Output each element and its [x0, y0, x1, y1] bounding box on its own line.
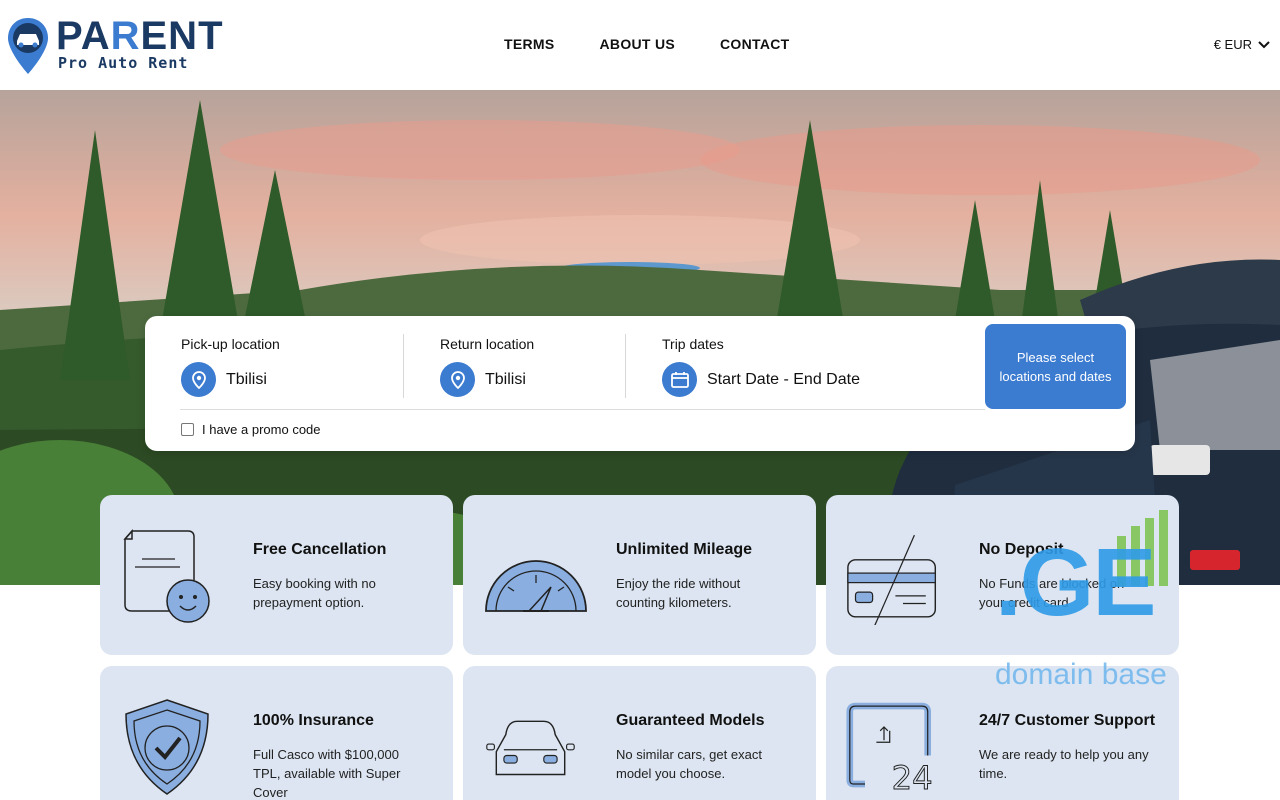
- search-submit-button[interactable]: Please select locations and dates: [985, 324, 1126, 409]
- nav-about-us[interactable]: ABOUT US: [600, 36, 676, 52]
- feature-card-no-deposit: No Deposit No Funds are blocked on your …: [826, 495, 1179, 655]
- currency-label: € EUR: [1213, 37, 1252, 52]
- trip-dates-value: Start Date - End Date: [707, 370, 860, 388]
- feature-description: Easy booking with no prepayment option.: [253, 576, 376, 610]
- document-smiley-icon: [123, 529, 210, 623]
- feature-title: Unlimited Mileage: [616, 541, 753, 558]
- feature-card-guaranteed-models: Guaranteed Models No similar cars, get e…: [463, 666, 816, 800]
- feature-description: No Funds are blocked on your credit card: [979, 576, 1125, 610]
- feature-title: Guaranteed Models: [616, 712, 765, 729]
- speedometer-icon: [485, 560, 587, 612]
- feature-description: Enjoy the ride without counting kilomete…: [616, 576, 741, 610]
- feature-description: We are ready to help you any time.: [979, 747, 1149, 781]
- divider: [180, 409, 985, 410]
- feature-card-unlimited-mileage: Unlimited Mileage Enjoy the ride without…: [463, 495, 816, 655]
- search-form: Pick-up location Tbilisi Return location…: [145, 316, 1135, 451]
- svg-text:24: 24: [892, 759, 933, 796]
- crossed-card-icon: [847, 534, 937, 625]
- logo[interactable]: PARENT Pro Auto Rent: [6, 14, 236, 76]
- feature-description: Full Casco with $100,000 TPL, available …: [253, 747, 401, 800]
- pickup-location-value: Tbilisi: [226, 370, 267, 388]
- logo-subtitle: Pro Auto Rent: [58, 54, 189, 72]
- return-location-label: Return location: [440, 336, 535, 352]
- trip-dates-field[interactable]: Trip dates Start Date - End Date: [662, 336, 860, 397]
- feature-card-free-cancellation: Free Cancellation Easy booking with no p…: [100, 495, 453, 655]
- trip-dates-label: Trip dates: [662, 336, 724, 352]
- nav-contact[interactable]: CONTACT: [720, 36, 790, 52]
- feature-title: 100% Insurance: [253, 712, 374, 729]
- feature-card-customer-support: 24 24/7 Customer Support We are ready to…: [826, 666, 1179, 800]
- location-pin-icon: [181, 362, 216, 397]
- shield-check-icon: [125, 699, 209, 795]
- promo-code-label: I have a promo code: [202, 422, 321, 437]
- logo-wordmark: PARENT: [56, 14, 224, 58]
- site-header: PARENT Pro Auto Rent TERMS ABOUT US CONT…: [0, 0, 1280, 90]
- feature-title: Free Cancellation: [253, 541, 387, 558]
- chevron-down-icon: [1258, 40, 1270, 48]
- feature-description: No similar cars, get exact model you cho…: [616, 747, 762, 781]
- feature-card-insurance: 100% Insurance Full Casco with $100,000 …: [100, 666, 453, 800]
- car-front-icon: [486, 720, 575, 776]
- pickup-location-label: Pick-up location: [181, 336, 280, 352]
- location-pin-icon: [440, 362, 475, 397]
- divider: [625, 334, 626, 398]
- calendar-icon: [662, 362, 697, 397]
- feature-title: No Deposit: [979, 541, 1064, 558]
- promo-code-checkbox[interactable]: [181, 423, 194, 436]
- car-pin-icon: [8, 18, 48, 74]
- promo-code-toggle[interactable]: I have a promo code: [181, 422, 321, 437]
- return-location-field[interactable]: Return location Tbilisi: [440, 336, 534, 397]
- divider: [403, 334, 404, 398]
- feature-title: 24/7 Customer Support: [979, 712, 1156, 729]
- nav-terms[interactable]: TERMS: [504, 36, 555, 52]
- return-location-value: Tbilisi: [485, 370, 526, 388]
- main-nav: TERMS ABOUT US CONTACT: [504, 36, 790, 52]
- pickup-location-field[interactable]: Pick-up location Tbilisi: [181, 336, 280, 397]
- currency-selector[interactable]: € EUR: [1214, 37, 1270, 52]
- clock-24-icon: 24: [846, 702, 933, 796]
